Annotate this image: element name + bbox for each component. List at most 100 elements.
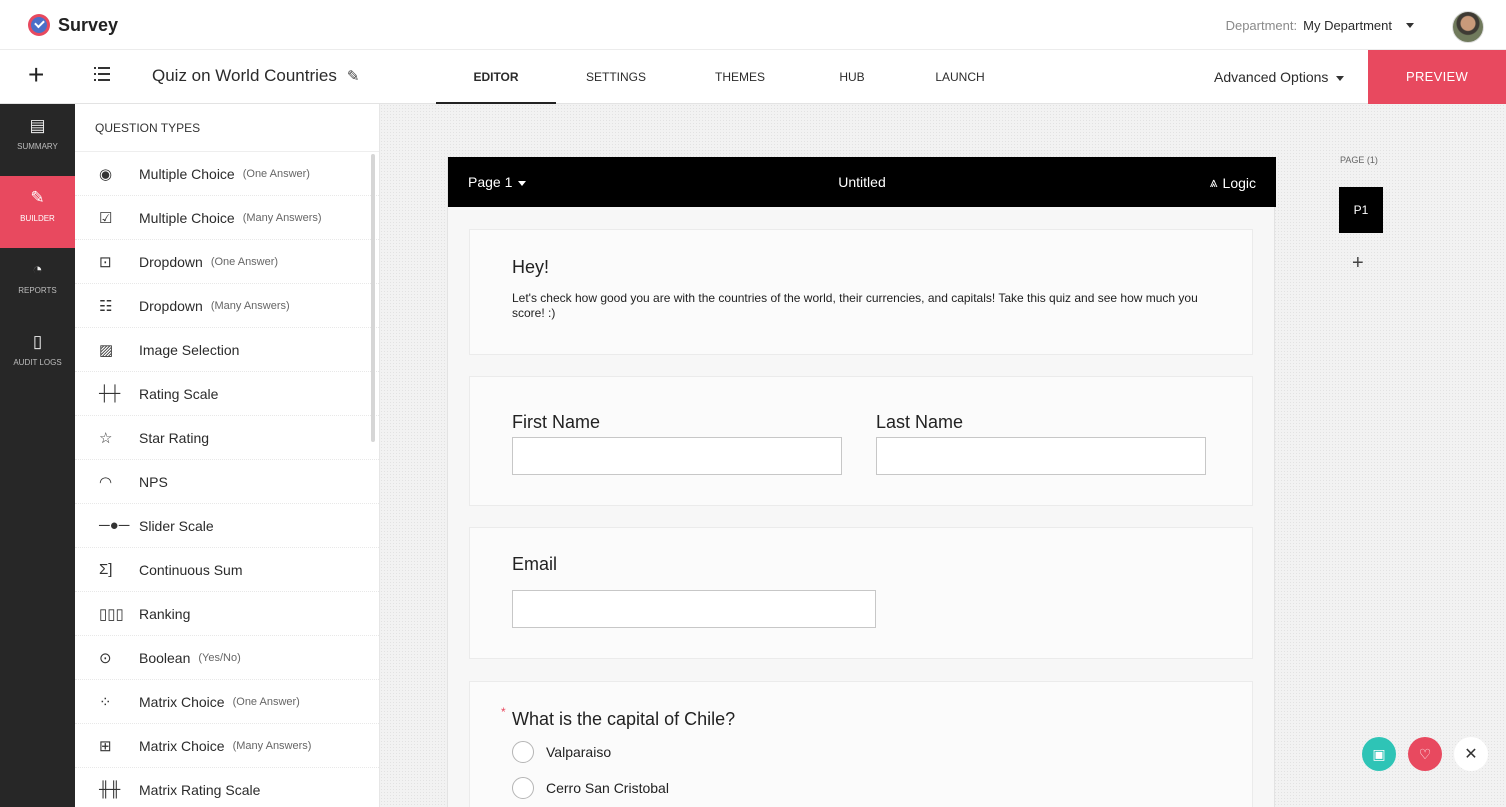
email-field[interactable] [512,590,876,628]
left-rail: ▤ SUMMARY ✎ BUILDER ◔ REPORTS ▯ AUDIT LO… [0,104,75,807]
save-template-button[interactable]: ▣ [1362,737,1396,771]
question-type-icon: ▨ [99,341,114,359]
answer-option[interactable]: Valparaiso [512,741,611,763]
chevron-down-icon [1336,75,1345,81]
question-type-label: Continuous Sum [139,561,243,578]
question-type-sublabel: (Many Answers) [242,211,322,224]
question-type-item[interactable]: ▨ Image Selection [75,328,379,372]
tips-button[interactable]: ♡ [1408,737,1442,771]
lightbulb-icon: ♡ [1418,745,1432,762]
question-type-item[interactable]: ◉ Multiple Choice (One Answer) [75,152,379,196]
email-label: Email [512,554,558,574]
question-type-item[interactable]: ─●─ Slider Scale [75,504,379,548]
question-type-sublabel: (Many Answers) [210,299,290,312]
question-type-item[interactable]: ⊙ Boolean (Yes/No) [75,636,379,680]
name-question-card[interactable]: First Name Last Name [469,376,1253,506]
question-type-label: Dropdown [139,297,203,314]
department-label: Department: [1225,18,1298,33]
page-title[interactable]: Untitled [448,174,1276,190]
question-types-title: QUESTION TYPES [75,104,379,152]
tab-hub[interactable]: HUB [804,50,900,104]
list-menu-icon[interactable] [94,67,110,81]
rail-item-reports[interactable]: ◔ REPORTS [0,248,75,320]
radio-button[interactable] [512,741,534,763]
question-type-label: Dropdown [139,253,203,270]
question-type-item[interactable]: ▯▯▯ Ranking [75,592,379,636]
avatar[interactable] [1452,11,1484,43]
question-type-item[interactable]: ╫╫ Matrix Rating Scale [75,768,379,807]
logic-icon: ⩓ [1209,174,1218,190]
document-icon: ▤ [29,116,46,135]
question-type-icon: ⁘ [99,693,112,711]
first-name-field[interactable] [512,437,842,475]
rail-item-label: AUDIT LOGS [13,358,62,367]
pencil-icon: ✎ [30,188,45,207]
question-type-icon: ☑ [99,209,113,227]
question-types-panel: QUESTION TYPES ◉ Multiple Choice (One Answ… [75,104,380,807]
page-thumbnail-p1[interactable]: P1 [1339,187,1383,233]
panel-scrollbar[interactable] [371,154,375,442]
question-type-sublabel: (Yes/No) [198,651,241,664]
email-question-card[interactable]: Email [469,527,1253,659]
tab-editor[interactable]: EDITOR [436,50,556,104]
save-icon: ▣ [1372,745,1386,762]
question-type-item[interactable]: ⊞ Matrix Choice (Many Answers) [75,724,379,768]
survey-logo-icon [28,14,50,36]
radio-button[interactable] [512,777,534,799]
add-page-button[interactable]: + [1352,252,1364,275]
question-type-item[interactable]: ☷ Dropdown (Many Answers) [75,284,379,328]
option-label: Cerro San Cristobal [546,780,669,796]
question-type-label: Multiple Choice [139,165,235,182]
preview-button[interactable]: PREVIEW [1368,50,1506,104]
logic-label: Logic [1222,174,1256,191]
survey-title[interactable]: Quiz on World Countries ✎ [152,66,359,86]
question-type-icon: ⊡ [99,253,112,271]
question-type-label: Ranking [139,605,191,622]
advanced-options-dropdown[interactable]: Advanced Options [1214,69,1345,85]
question-type-icon: ◠ [99,473,113,491]
question-type-label: Boolean [139,649,191,666]
close-icon: ✕ [1464,746,1478,763]
rail-item-label: REPORTS [18,286,57,295]
question-type-label: Rating Scale [139,385,219,402]
question-type-item[interactable]: ⁘ Matrix Choice (One Answer) [75,680,379,724]
question-type-item[interactable]: ⊡ Dropdown (One Answer) [75,240,379,284]
close-button[interactable]: ✕ [1454,737,1488,771]
question-type-item[interactable]: ☑ Multiple Choice (Many Answers) [75,196,379,240]
chevron-down-icon [1406,23,1414,28]
survey-title-text: Quiz on World Countries [152,66,337,85]
question-type-icon: ⊞ [99,737,112,755]
edit-pencil-icon[interactable]: ✎ [347,67,360,85]
question-type-sublabel: (One Answer) [242,167,310,180]
app-name: Survey [58,14,119,35]
question-type-label: NPS [139,473,168,490]
tab-launch[interactable]: LAUNCH [900,50,1020,104]
tab-themes[interactable]: THEMES [676,50,804,104]
last-name-field[interactable] [876,437,1206,475]
top-bar: Survey Department: My Department [0,0,1506,50]
question-type-label: Multiple Choice [139,209,235,226]
survey-toolbar: + Quiz on World Countries ✎ EDITOR SETTI… [0,50,1506,104]
question-type-label: Matrix Choice [139,737,225,754]
intro-description: Let's check how good you are with the co… [512,291,1198,320]
rail-item-audit-logs[interactable]: ▯ AUDIT LOGS [0,320,75,392]
question-type-icon: ☆ [99,429,113,447]
tab-settings[interactable]: SETTINGS [556,50,676,104]
question-type-item[interactable]: ☆ Star Rating [75,416,379,460]
question-type-sublabel: (Many Answers) [232,739,312,752]
page-header-bar: Page 1 Untitled ⩓ Logic [448,157,1276,207]
add-icon[interactable]: + [28,60,44,90]
question-type-icon: ▯▯▯ [99,605,124,623]
question-type-item[interactable]: Σ] Continuous Sum [75,548,379,592]
brand[interactable]: Survey [28,14,118,36]
question-type-item[interactable]: ◠ NPS [75,460,379,504]
rail-item-summary[interactable]: ▤ SUMMARY [0,104,75,176]
capital-question-card[interactable]: * What is the capital of Chile? Valparai… [469,681,1253,807]
rail-item-builder[interactable]: ✎ BUILDER [0,176,75,248]
option-label: Valparaiso [546,744,612,760]
intro-card[interactable]: Hey! Let's check how good you are with t… [469,229,1253,355]
department-selector[interactable]: Department: My Department [1226,18,1414,33]
logic-button[interactable]: ⩓ Logic [1210,174,1256,191]
question-type-item[interactable]: ┼┼ Rating Scale [75,372,379,416]
answer-option[interactable]: Cerro San Cristobal [512,777,669,799]
